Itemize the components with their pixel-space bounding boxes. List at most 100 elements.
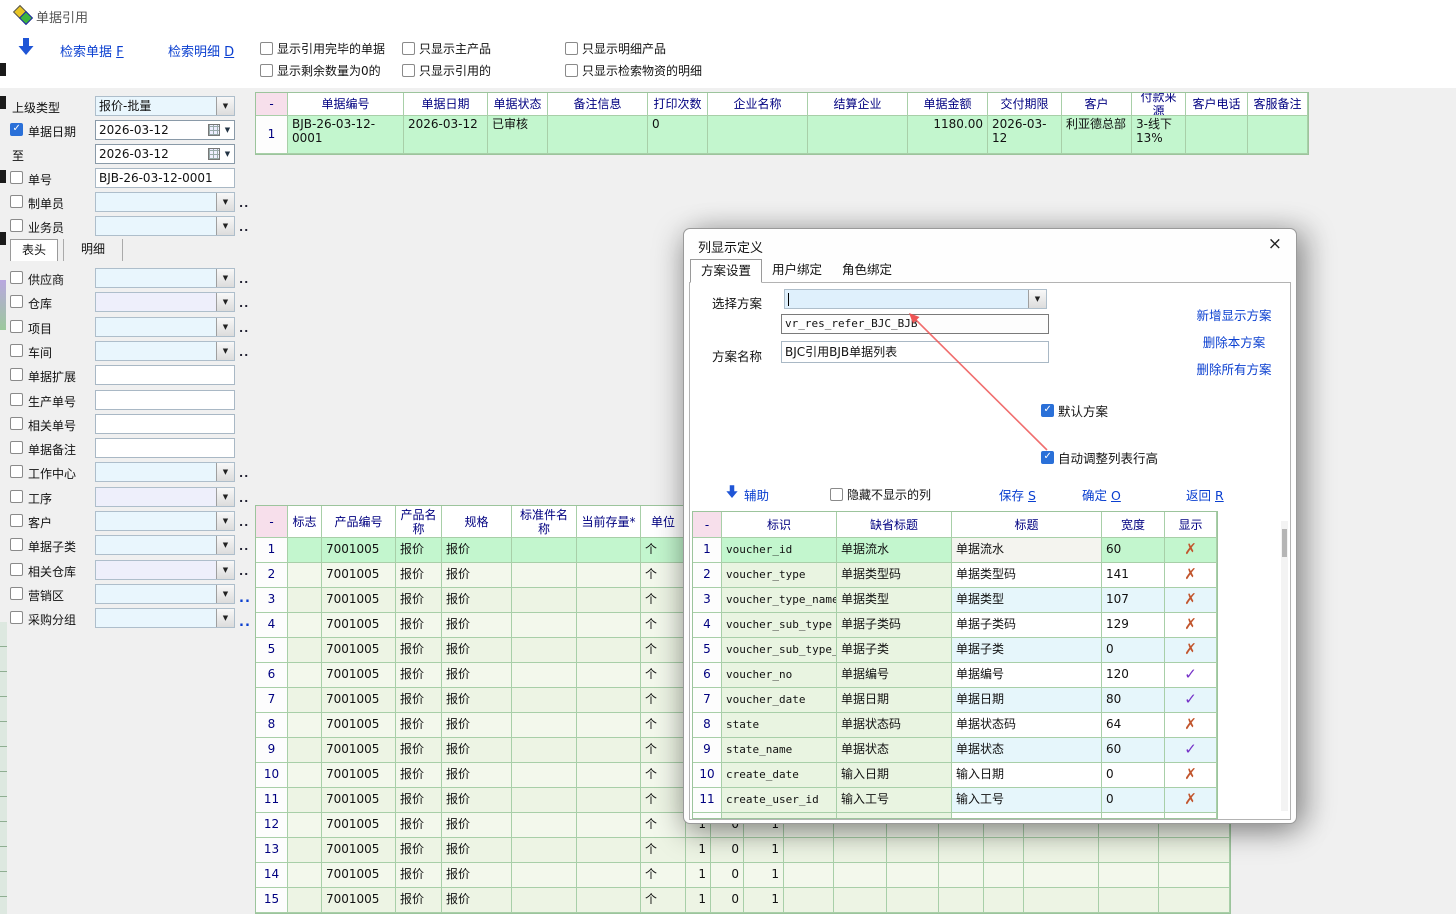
column-header[interactable]: 产品编号 bbox=[322, 506, 396, 538]
toolbar-option[interactable]: 只显示引用的 bbox=[402, 62, 491, 79]
chevron-down-icon[interactable]: ▼ bbox=[216, 217, 234, 235]
table-row[interactable]: 1BJB-26-03-12-00012026-03-12已审核01180.002… bbox=[256, 116, 1308, 154]
filter-checkbox[interactable] bbox=[10, 320, 23, 333]
toolbar-option-checkbox[interactable] bbox=[402, 64, 415, 77]
grid-row[interactable]: 2voucher_type单据类型码单据类型码141✗ bbox=[693, 563, 1217, 588]
filter-checkbox[interactable] bbox=[10, 514, 23, 527]
column-header[interactable]: - bbox=[256, 506, 288, 538]
tab-inactive[interactable]: 明细 bbox=[69, 239, 117, 261]
column-header[interactable]: 产品名称 bbox=[396, 506, 442, 538]
grid-column-header[interactable]: 宽度 bbox=[1102, 512, 1165, 538]
grid-row[interactable]: 11create_user_id输入工号输入工号0✗ bbox=[693, 788, 1217, 813]
column-header[interactable]: 规格 bbox=[442, 506, 512, 538]
assist-button[interactable]: 辅助 bbox=[744, 485, 769, 504]
filter-checkbox[interactable] bbox=[10, 171, 23, 184]
save-button[interactable]: 保存 S bbox=[999, 485, 1036, 504]
chevron-down-icon[interactable]: ▼ bbox=[216, 609, 234, 627]
chevron-down-icon[interactable]: ▼ bbox=[221, 145, 234, 163]
back-button[interactable]: 返回 R bbox=[1186, 485, 1224, 504]
filter-date-input[interactable]: 2026-03-12▼ bbox=[95, 144, 235, 164]
grid-row[interactable]: 3voucher_type_name单据类型单据类型107✗ bbox=[693, 588, 1217, 613]
toolbar-option[interactable]: 只显示主产品 bbox=[402, 40, 491, 57]
tab-active[interactable]: 表头 bbox=[10, 239, 58, 261]
filter-combobox[interactable]: ▼ bbox=[95, 584, 235, 604]
column-header[interactable]: 当前存量* bbox=[577, 506, 641, 538]
chevron-down-icon[interactable]: ▼ bbox=[216, 293, 234, 311]
filter-combobox[interactable]: ▼ bbox=[95, 292, 235, 312]
filter-combobox[interactable]: ▼ bbox=[95, 216, 235, 236]
column-header[interactable]: 交付期限 bbox=[988, 93, 1062, 116]
check-icon[interactable]: ✓ bbox=[1184, 665, 1197, 683]
hide-columns-checkbox[interactable] bbox=[830, 488, 843, 501]
default-scheme-option[interactable]: 默认方案 bbox=[1041, 401, 1108, 420]
chevron-down-icon[interactable]: ▼ bbox=[216, 536, 234, 554]
chevron-down-icon[interactable]: ▼ bbox=[216, 342, 234, 360]
grid-column-header[interactable]: - bbox=[693, 512, 722, 538]
column-header[interactable]: 客服备注 bbox=[1248, 93, 1308, 116]
grid-scrollbar-thumb[interactable] bbox=[1282, 529, 1287, 557]
delete-all-schemes-link[interactable]: 删除所有方案 bbox=[1184, 359, 1284, 378]
filter-checkbox[interactable] bbox=[10, 195, 23, 208]
scheme-select-combobox[interactable]: ▼ bbox=[784, 289, 1047, 309]
dialog-close-icon[interactable]: × bbox=[1268, 236, 1282, 252]
column-header[interactable]: 付款来源 bbox=[1132, 93, 1186, 116]
filter-checkbox[interactable] bbox=[10, 368, 23, 381]
filter-combobox[interactable]: ▼ bbox=[95, 487, 235, 507]
chevron-down-icon[interactable]: ▼ bbox=[216, 585, 234, 603]
x-icon[interactable]: ✗ bbox=[1184, 640, 1197, 658]
column-header[interactable]: 标志 bbox=[288, 506, 322, 538]
column-header[interactable]: 客户电话 bbox=[1186, 93, 1248, 116]
column-header[interactable]: 企业名称 bbox=[708, 93, 808, 116]
column-header[interactable]: 标准件名称 bbox=[512, 506, 577, 538]
table-row[interactable]: 137001005报价报价个101 bbox=[256, 838, 1230, 863]
filter-combobox[interactable]: ▼ bbox=[95, 511, 235, 531]
option-checkbox[interactable] bbox=[1041, 404, 1054, 417]
filter-text-input[interactable] bbox=[95, 438, 235, 458]
filter-combobox[interactable]: ▼ bbox=[95, 317, 235, 337]
dialog-tab-inactive[interactable]: 用户绑定 bbox=[762, 259, 832, 283]
chevron-down-icon[interactable]: ▼ bbox=[216, 488, 234, 506]
grid-row[interactable]: 10create_date输入日期输入日期0✗ bbox=[693, 763, 1217, 788]
chevron-down-icon[interactable]: ▼ bbox=[216, 463, 234, 481]
more-options-dots[interactable]: .. bbox=[239, 346, 249, 359]
grid-row[interactable]: 4voucher_sub_type单据子类码单据子类码129✗ bbox=[693, 613, 1217, 638]
filter-combobox[interactable]: ▼ bbox=[95, 192, 235, 212]
filter-checkbox[interactable] bbox=[10, 295, 23, 308]
column-header[interactable]: 单据状态 bbox=[488, 93, 548, 116]
toolbar-option-checkbox[interactable] bbox=[402, 42, 415, 55]
filter-text-input[interactable] bbox=[95, 414, 235, 434]
filter-checkbox[interactable] bbox=[10, 417, 23, 430]
column-header[interactable]: 单据日期 bbox=[404, 93, 488, 116]
filter-combobox[interactable]: ▼ bbox=[95, 268, 235, 288]
x-icon[interactable]: ✗ bbox=[1184, 790, 1197, 808]
more-options-dots[interactable]: .. bbox=[239, 273, 249, 286]
grid-column-header[interactable]: 显示 bbox=[1165, 512, 1217, 538]
filter-text-input[interactable]: BJB-26-03-12-0001 bbox=[95, 168, 235, 188]
chevron-down-icon[interactable]: ▼ bbox=[216, 318, 234, 336]
more-options-dots[interactable]: .. bbox=[239, 322, 249, 335]
filter-checkbox[interactable] bbox=[10, 563, 23, 576]
filter-combobox[interactable]: ▼ bbox=[95, 608, 235, 628]
filter-checkbox[interactable] bbox=[10, 271, 23, 284]
grid-column-header[interactable]: 标题 bbox=[952, 512, 1102, 538]
filter-checkbox[interactable] bbox=[10, 490, 23, 503]
ok-button[interactable]: 确定 O bbox=[1082, 485, 1121, 504]
filter-text-input[interactable] bbox=[95, 390, 235, 410]
grid-row[interactable]: 8state单据状态码单据状态码64✗ bbox=[693, 713, 1217, 738]
scheme-name-input[interactable]: BJC引用BJB单据列表 bbox=[781, 341, 1049, 363]
filter-checkbox[interactable] bbox=[10, 611, 23, 624]
x-icon[interactable]: ✗ bbox=[1184, 540, 1197, 558]
chevron-down-icon[interactable]: ▼ bbox=[1028, 290, 1046, 308]
retrieve-arrow-icon[interactable] bbox=[18, 38, 34, 59]
dialog-tab-active[interactable]: 方案设置 bbox=[690, 259, 762, 283]
chevron-down-icon[interactable]: ▼ bbox=[216, 269, 234, 287]
table-row[interactable]: 157001005报价报价个101 bbox=[256, 888, 1230, 913]
filter-text-input[interactable] bbox=[95, 365, 235, 385]
calendar-icon[interactable] bbox=[208, 124, 220, 136]
column-header[interactable]: 结算企业 bbox=[808, 93, 908, 116]
toolbar-option-checkbox[interactable] bbox=[565, 64, 578, 77]
dialog-tab-inactive[interactable]: 角色绑定 bbox=[832, 259, 902, 283]
column-header[interactable]: 打印次数 bbox=[648, 93, 708, 116]
toolbar-option[interactable]: 只显示检索物资的明细 bbox=[565, 62, 702, 79]
x-icon[interactable]: ✗ bbox=[1184, 715, 1197, 733]
